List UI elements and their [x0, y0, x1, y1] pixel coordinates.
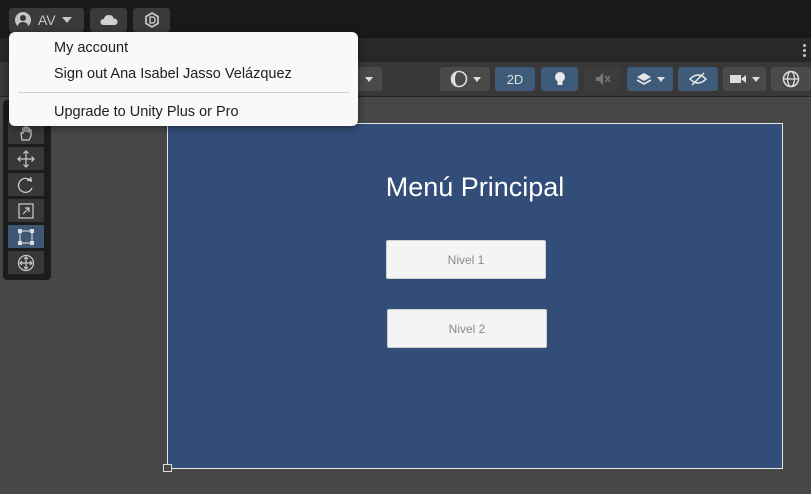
globe-icon: [782, 70, 800, 88]
hand-icon: [20, 125, 32, 141]
nivel-1-button[interactable]: Nivel 1: [386, 240, 546, 279]
shading-mode-button[interactable]: [440, 67, 490, 91]
canvas-corner-handle[interactable]: [163, 464, 172, 472]
transform-tool-button[interactable]: [8, 251, 44, 274]
scale-tool-button[interactable]: [8, 199, 44, 222]
menu-item-upgrade[interactable]: Upgrade to Unity Plus or Pro: [54, 102, 239, 122]
nivel-2-label: Nivel 2: [448, 321, 486, 336]
more-options-icon[interactable]: [803, 44, 807, 59]
cloud-icon: [99, 15, 117, 25]
chevron-down-icon: [752, 76, 760, 82]
layers-icon: [636, 73, 651, 85]
account-menu: My account Sign out Ana Isabel Jasso Vel…: [9, 32, 358, 126]
menu-title: Menú Principal: [385, 172, 565, 202]
2d-toggle-button[interactable]: 2D: [495, 67, 535, 91]
2d-label: 2D: [506, 71, 524, 87]
scene-canvas[interactable]: Menú Principal Nivel 1 Nivel 2: [167, 123, 783, 469]
sphere-shading-icon: [450, 70, 467, 88]
account-button[interactable]: AV: [9, 8, 84, 32]
audio-toggle-button[interactable]: [584, 67, 621, 91]
nivel-2-button[interactable]: Nivel 2: [387, 309, 547, 348]
camera-icon: [730, 75, 746, 83]
lighting-toggle-button[interactable]: [541, 67, 578, 91]
menu-item-sign-out[interactable]: Sign out Ana Isabel Jasso Velázquez: [54, 64, 292, 84]
camera-dropdown[interactable]: [723, 67, 766, 91]
gizmos-dropdown[interactable]: [771, 67, 811, 91]
move-tool-button[interactable]: [8, 147, 44, 170]
menu-divider: [18, 92, 349, 93]
transform-icon: [17, 254, 35, 271]
user-icon: [15, 12, 31, 28]
move-arrows-icon: [17, 149, 35, 168]
mute-icon: [595, 73, 611, 85]
rect-transform-icon: [18, 228, 34, 245]
chevron-down-icon: [656, 76, 665, 82]
menu-item-my-account[interactable]: My account: [54, 38, 128, 58]
rotate-tool-button[interactable]: [8, 173, 44, 196]
collab-hex-icon: [144, 12, 159, 28]
rotate-icon: [17, 176, 33, 193]
chevron-down-icon: [364, 76, 373, 82]
lightbulb-icon: [554, 72, 565, 85]
rect-tool-button[interactable]: [8, 225, 44, 248]
eye-slash-icon: [689, 72, 707, 86]
nivel-1-label: Nivel 1: [447, 252, 485, 267]
hidden-objects-toggle[interactable]: [678, 67, 718, 91]
account-initials: AV: [38, 12, 56, 28]
effects-dropdown[interactable]: [627, 67, 673, 91]
collaborate-button[interactable]: [133, 8, 170, 32]
tools-palette: [3, 100, 51, 280]
scale-icon: [18, 202, 34, 219]
chevron-down-icon: [61, 17, 72, 23]
cloud-button[interactable]: [90, 8, 127, 32]
chevron-down-icon: [472, 76, 481, 82]
